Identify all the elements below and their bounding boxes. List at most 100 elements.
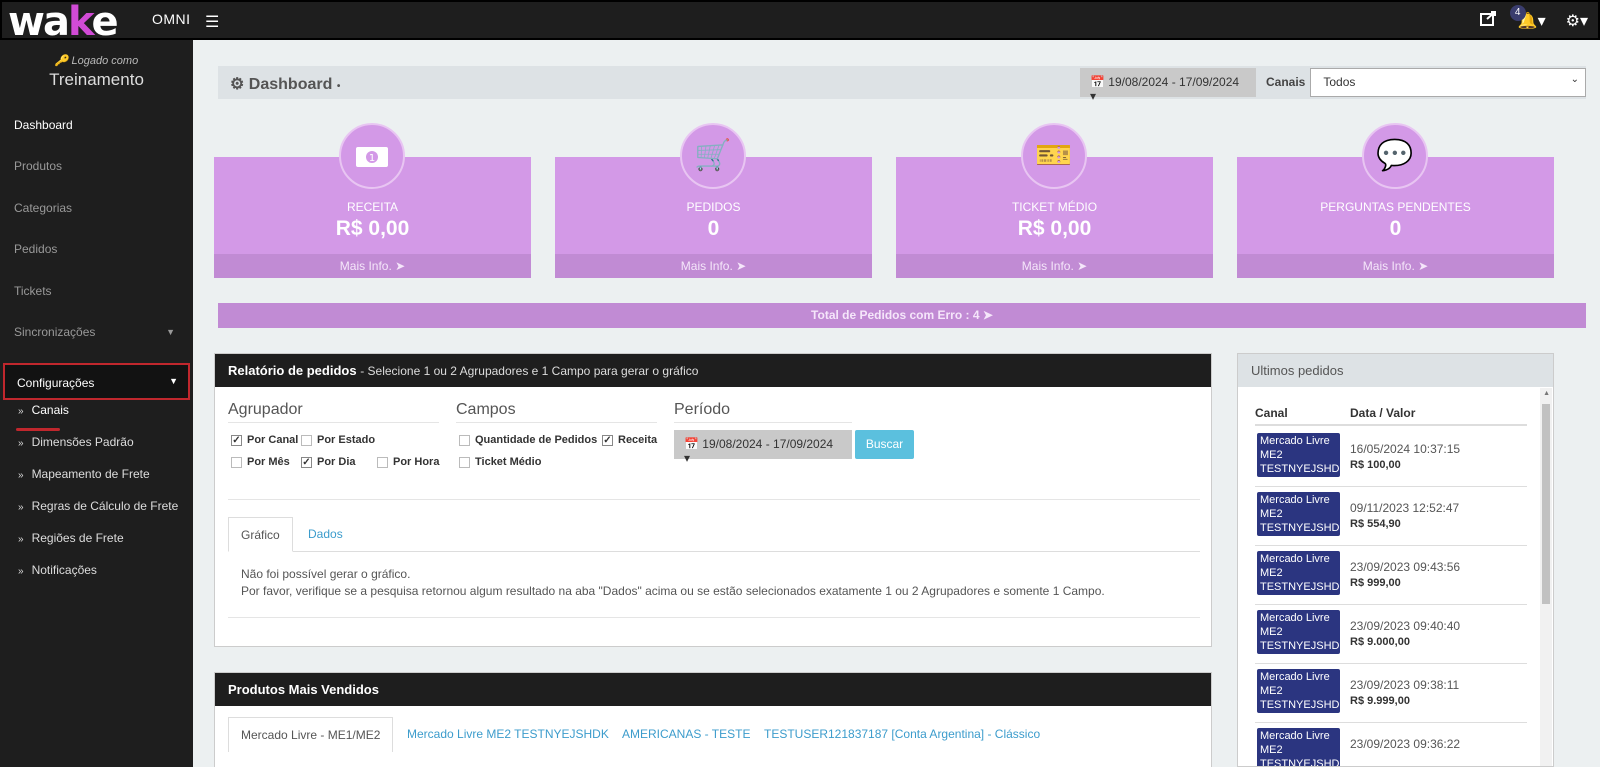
ultimos-columns: Canal Data / Valor: [1255, 406, 1527, 426]
order-row[interactable]: Mercado Livre ME2 TESTNYEJSHDK 16/05/202…: [1255, 429, 1527, 487]
chart-message: Não foi possível gerar o gráfico. Por fa…: [241, 567, 1105, 598]
arrow-circle-icon: ➤: [1077, 259, 1088, 273]
sidebar-item-configuracoes[interactable]: Configurações ▼: [3, 363, 190, 400]
double-chevron-icon: »: [18, 470, 24, 481]
error-orders-bar[interactable]: Total de Pedidos com Erro : 4 ➤: [218, 303, 1586, 328]
top-bar: wake OMNI ☰ 4 🔔▾ ⚙▾: [0, 0, 1600, 42]
subitem-regras-calculo-frete[interactable]: » Regras de Cálculo de Frete: [18, 499, 178, 513]
notification-badge: 4: [1509, 4, 1526, 21]
key-icon: 🔑: [54, 55, 69, 67]
arrow-circle-icon: ➤: [395, 259, 406, 273]
card-more-info-link[interactable]: Mais Info. ➤: [1237, 254, 1554, 278]
order-row[interactable]: Mercado Livre ME2 TESTNYEJSHDK 23/09/202…: [1255, 547, 1527, 605]
relatorio-panel: Relatório de pedidos - Selecione 1 ou 2 …: [214, 353, 1212, 647]
card-more-info-link[interactable]: Mais Info. ➤: [214, 254, 531, 278]
share-icon[interactable]: [1479, 10, 1498, 31]
sidebar-item-sincronizacoes[interactable]: Sincronizações: [14, 325, 95, 339]
arrow-circle-icon: ➤: [982, 308, 993, 322]
hamburger-menu-icon[interactable]: ☰: [205, 12, 219, 32]
caret-down-icon: ▾: [684, 451, 691, 465]
logo-omni: OMNI: [152, 11, 191, 27]
checkbox-por-mes[interactable]: Por Mês: [231, 456, 290, 468]
org-name: Treinamento: [49, 70, 144, 89]
subitem-notificacoes[interactable]: » Notificações: [18, 563, 97, 577]
tab-dados[interactable]: Dados: [296, 517, 355, 552]
dashboard-icon: ⚙: [230, 76, 245, 93]
sidebar: 🔑 Logado como Treinamento Dashboard Prod…: [0, 40, 193, 767]
checkbox-por-canal[interactable]: ✓ Por Canal: [231, 434, 298, 446]
active-underline: [16, 428, 60, 431]
checkbox-quantidade-pedidos[interactable]: Quantidade de Pedidos: [459, 434, 597, 446]
relatorio-tabs: Gráfico Dados: [228, 517, 1200, 552]
order-row[interactable]: Mercado Livre ME2 TESTNYEJSHDK 23/09/202…: [1255, 665, 1527, 723]
double-chevron-icon: »: [18, 502, 24, 513]
channel-badge: Mercado Livre ME2 TESTNYEJSHDK: [1257, 551, 1347, 595]
canais-select[interactable]: Todos ⌄: [1310, 68, 1586, 97]
logo[interactable]: wake: [8, 2, 119, 42]
card-perguntas-pendentes: 💬 PERGUNTAS PENDENTES 0 Mais Info. ➤: [1237, 123, 1554, 278]
scrollbar-thumb[interactable]: [1542, 404, 1550, 604]
caret-down-icon: ▾: [1090, 89, 1097, 103]
date-range-button[interactable]: 📅 19/08/2024 - 17/09/2024 ▾: [1080, 68, 1256, 103]
checkbox-ticket-medio[interactable]: Ticket Médio: [459, 456, 541, 468]
dashboard-header: ⚙ Dashboard • 📅 19/08/2024 - 17/09/2024 …: [218, 66, 1586, 103]
settings-icon[interactable]: ⚙▾: [1566, 11, 1588, 31]
arrow-circle-icon: ➤: [736, 259, 747, 273]
logged-as: 🔑 Logado como: [54, 55, 139, 67]
chevron-down-icon: ⌄: [1570, 74, 1579, 85]
caret-down-icon: ▼: [169, 376, 178, 386]
caret-down-icon: ▼: [166, 327, 175, 337]
buscar-button[interactable]: Buscar: [855, 430, 914, 459]
canais-label: Canais: [1261, 68, 1311, 97]
subitem-mapeamento-frete[interactable]: » Mapeamento de Frete: [18, 467, 150, 481]
cart-icon: 🛒: [680, 123, 746, 189]
double-chevron-icon: »: [18, 566, 24, 577]
card-ticket-medio: 🎫 TICKET MÉDIO R$ 0,00 Mais Info. ➤: [896, 123, 1213, 278]
order-row[interactable]: Mercado Livre ME2 TESTNYEJSHDK 09/11/202…: [1255, 488, 1527, 546]
ultimos-pedidos-panel: Ultimos pedidos Canal Data / Valor Merca…: [1237, 353, 1554, 767]
sidebar-item-dashboard[interactable]: Dashboard: [14, 118, 73, 132]
order-row[interactable]: Mercado Livre ME2 TESTNYEJSHDK 23/09/202…: [1255, 606, 1527, 664]
money-icon: 1: [339, 123, 405, 189]
notifications-button[interactable]: 4 🔔▾: [1509, 4, 1546, 31]
page-title: ⚙ Dashboard •: [230, 76, 341, 93]
checkbox-por-estado[interactable]: Por Estado: [301, 434, 375, 446]
canais-filter: Canais Todos ⌄: [1261, 68, 1586, 97]
tab-testuser-argentina[interactable]: TESTUSER121837187 [Conta Argentina] - Cl…: [752, 717, 1052, 752]
periodo-date-button[interactable]: 📅 19/08/2024 - 17/09/2024 ▾: [674, 430, 852, 465]
ticket-icon: 🎫: [1021, 123, 1087, 189]
card-receita: 1 RECEITA R$ 0,00 Mais Info. ➤: [214, 123, 531, 278]
produtos-header: Produtos Mais Vendidos: [215, 673, 1211, 706]
order-row[interactable]: Mercado Livre ME2 TESTNYEJSHDK 23/09/202…: [1255, 724, 1527, 766]
tab-mercado-livre-me1-me2[interactable]: Mercado Livre - ME1/ME2: [228, 717, 394, 752]
sidebar-item-produtos[interactable]: Produtos: [14, 159, 62, 173]
card-more-info-link[interactable]: Mais Info. ➤: [896, 254, 1213, 278]
card-more-info-link[interactable]: Mais Info. ➤: [555, 254, 872, 278]
produtos-panel: Produtos Mais Vendidos Mercado Livre - M…: [214, 672, 1212, 767]
double-chevron-icon: »: [18, 406, 24, 417]
subitem-canais[interactable]: » Canais: [18, 403, 69, 417]
sidebar-item-tickets[interactable]: Tickets: [14, 284, 52, 298]
checkbox-por-hora[interactable]: Por Hora: [377, 456, 439, 468]
periodo-title: Período: [674, 401, 852, 423]
arrow-circle-icon: ➤: [1418, 259, 1429, 273]
sidebar-item-pedidos[interactable]: Pedidos: [14, 242, 57, 256]
tab-grafico[interactable]: Gráfico: [228, 517, 293, 552]
divider: [228, 499, 1200, 500]
checkbox-por-dia[interactable]: ✓ Por Dia: [301, 456, 356, 468]
tab-americanas-teste[interactable]: AMERICANAS - TESTE: [610, 717, 762, 752]
scroll-up-icon[interactable]: ▲: [1543, 390, 1550, 397]
checkbox-receita[interactable]: ✓ Receita: [602, 434, 657, 446]
channel-badge: Mercado Livre ME2 TESTNYEJSHDK: [1257, 610, 1347, 654]
ultimos-header: Ultimos pedidos: [1238, 354, 1553, 387]
subitem-dimensoes-padrao[interactable]: » Dimensões Padrão: [18, 435, 134, 449]
channel-badge: Mercado Livre ME2 TESTNYEJSHDK: [1257, 433, 1347, 477]
tab-mercado-livre-me2-test[interactable]: Mercado Livre ME2 TESTNYEJSHDK: [395, 717, 621, 752]
double-chevron-icon: »: [18, 438, 24, 449]
main-content: ⚙ Dashboard • 📅 19/08/2024 - 17/09/2024 …: [193, 40, 1600, 767]
card-pedidos: 🛒 PEDIDOS 0 Mais Info. ➤: [555, 123, 872, 278]
sidebar-item-categorias[interactable]: Categorias: [14, 201, 72, 215]
divider: [228, 617, 1200, 618]
subitem-regioes-frete[interactable]: » Regiões de Frete: [18, 531, 124, 545]
double-chevron-icon: »: [18, 534, 24, 545]
